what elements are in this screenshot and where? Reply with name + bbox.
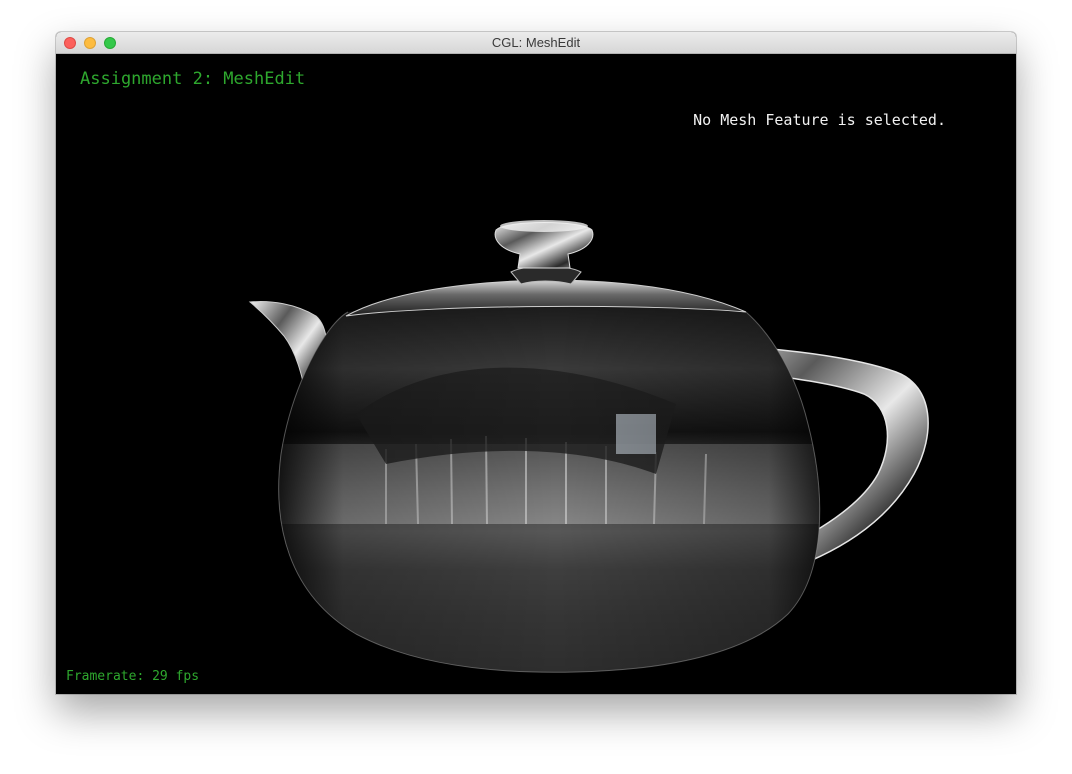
title-bar[interactable]: CGL: MeshEdit bbox=[56, 32, 1016, 54]
app-window: CGL: MeshEdit Assignment 2: MeshEdit No … bbox=[56, 32, 1016, 694]
desktop: CGL: MeshEdit Assignment 2: MeshEdit No … bbox=[0, 0, 1072, 774]
framerate-label: Framerate: 29 fps bbox=[66, 669, 200, 684]
window-title: CGL: MeshEdit bbox=[491, 35, 581, 50]
assignment-title: Assignment 2: MeshEdit bbox=[80, 69, 306, 89]
render-viewport[interactable]: Assignment 2: MeshEdit No Mesh Feature i… bbox=[56, 54, 1016, 694]
selection-status: No Mesh Feature is selected. bbox=[693, 111, 946, 129]
teapot-render[interactable] bbox=[56, 54, 1016, 694]
